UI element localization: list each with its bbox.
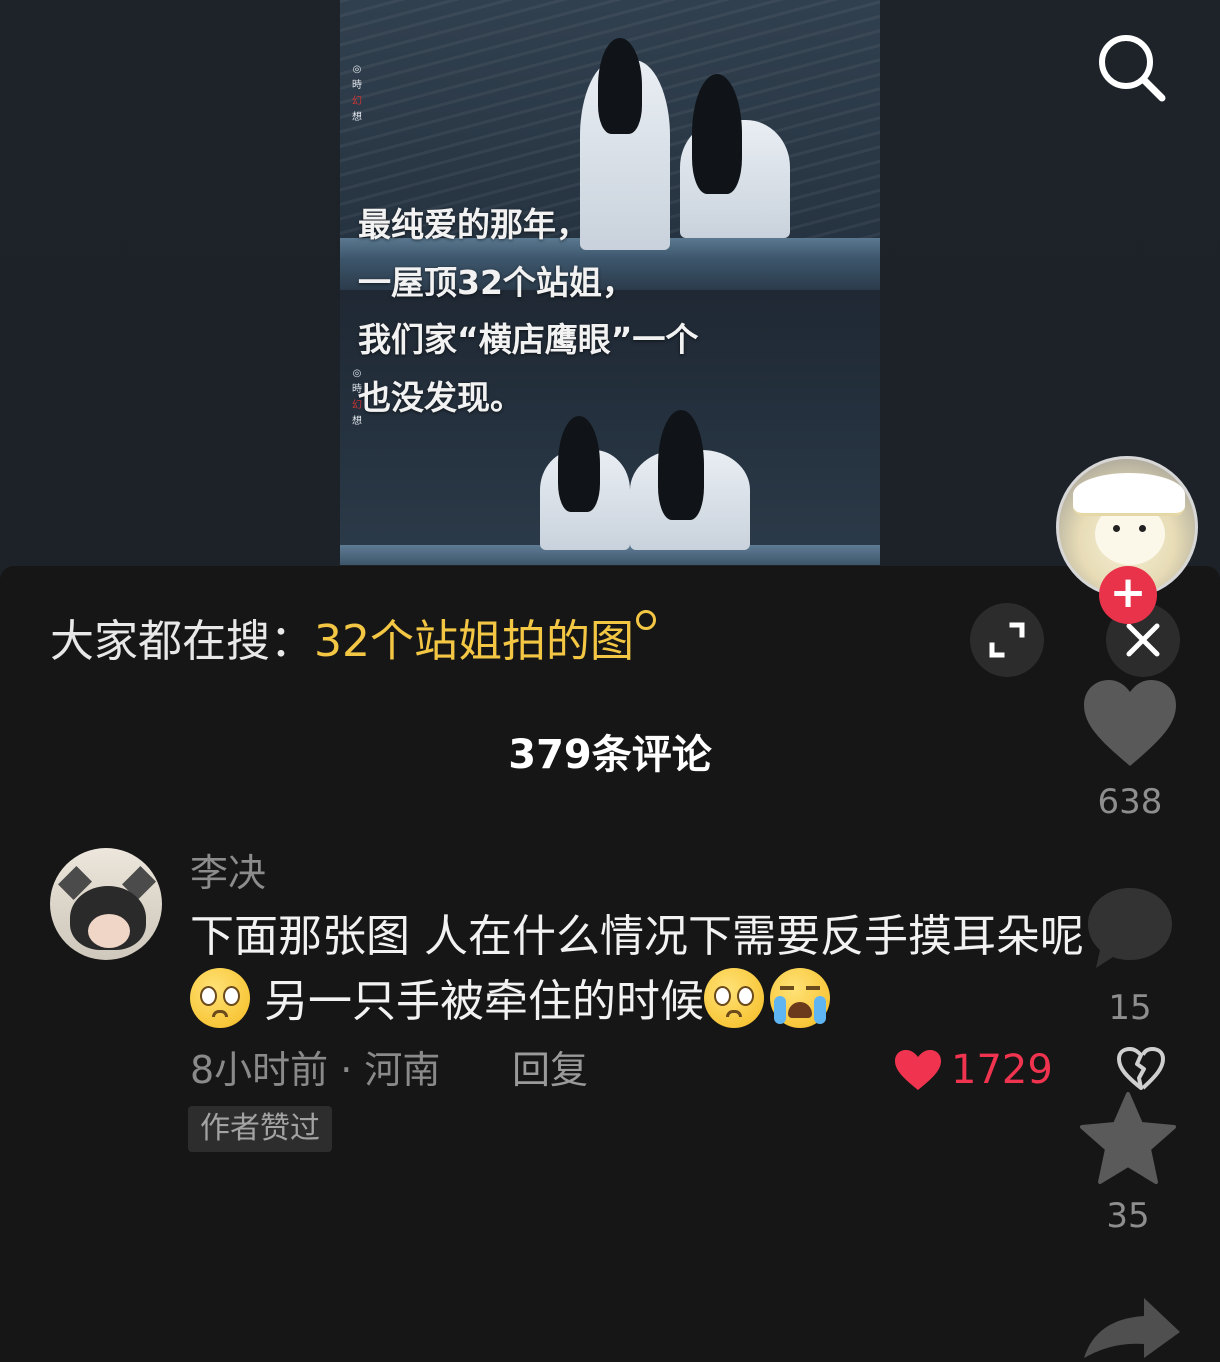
comment-like-count: 1729	[951, 1047, 1053, 1093]
share-arrow-icon	[1084, 1298, 1180, 1358]
dislike-button[interactable]	[1116, 1046, 1166, 1096]
search-small-icon	[636, 610, 656, 630]
heart-filled-icon	[895, 1050, 941, 1090]
expand-icon	[989, 622, 1025, 658]
author-liked-badge: 作者赞过	[188, 1106, 332, 1152]
reply-button[interactable]: 回复	[512, 1044, 588, 1096]
video-watermark-top: ◎ 時 幻 想	[352, 64, 362, 123]
caption-line: 最纯爱的那年，	[358, 205, 589, 244]
video-player[interactable]: ◎ 時 幻 想 ◎ 時 幻 想 最纯爱的那年， 一屋顶32个站姐， 我们家“横店…	[0, 0, 1220, 580]
comment-username[interactable]: 李决	[190, 848, 266, 898]
video-caption: 最纯爱的那年， 一屋顶32个站姐， 我们家“横店鹰眼”一个 也没发现。	[358, 196, 778, 426]
favorite-button[interactable]	[1078, 1090, 1178, 1190]
expand-button[interactable]	[970, 603, 1044, 677]
favorite-count: 35	[1106, 1196, 1150, 1236]
search-button[interactable]	[1094, 30, 1170, 106]
avatar[interactable]	[50, 848, 162, 960]
broken-heart-icon	[1117, 1047, 1165, 1090]
hot-search-lead: 大家都在搜：	[50, 616, 314, 667]
comment-text: 下面那张图 人在什么情况下需要反手摸耳朵呢 另一只手被牵住的时候	[190, 906, 1170, 1033]
comment-time-location: 8小时前 · 河南	[190, 1048, 441, 1092]
follow-button[interactable]: +	[1099, 566, 1157, 624]
comment-count: 15	[1108, 988, 1152, 1028]
comment-button[interactable]	[1084, 884, 1176, 978]
search-icon	[1099, 35, 1166, 102]
caption-line: 也没发现。	[358, 377, 523, 417]
comment-bubble-icon	[1088, 888, 1172, 968]
caption-line: 我们家“横店鹰眼”一个	[358, 320, 699, 359]
pleading-face-emoji	[704, 968, 764, 1028]
comment-count-title: 379条评论	[508, 732, 712, 778]
comment-text-line: 另一只手被牵住的时候	[264, 976, 704, 1027]
like-button[interactable]	[1082, 678, 1178, 772]
heart-icon	[1084, 680, 1176, 766]
share-button[interactable]	[1082, 1296, 1182, 1362]
loudly-crying-face-emoji	[770, 968, 830, 1028]
star-icon	[1080, 1092, 1176, 1184]
pleading-face-emoji	[190, 968, 250, 1028]
comment-text-line: 下面那张图 人在什么情况下需要反手摸耳朵呢	[190, 911, 1084, 962]
like-count: 638	[1097, 782, 1163, 822]
hot-search-suggestion[interactable]: 大家都在搜：32个站姐拍的图	[50, 610, 656, 672]
comments-panel: 大家都在搜：32个站姐拍的图 379条评论 李决 下面那张图 人在什么情况下需要…	[0, 566, 1220, 1358]
caption-line: 一屋顶32个站姐，	[358, 262, 635, 302]
hot-search-term[interactable]: 32个站姐拍的图	[314, 616, 634, 667]
